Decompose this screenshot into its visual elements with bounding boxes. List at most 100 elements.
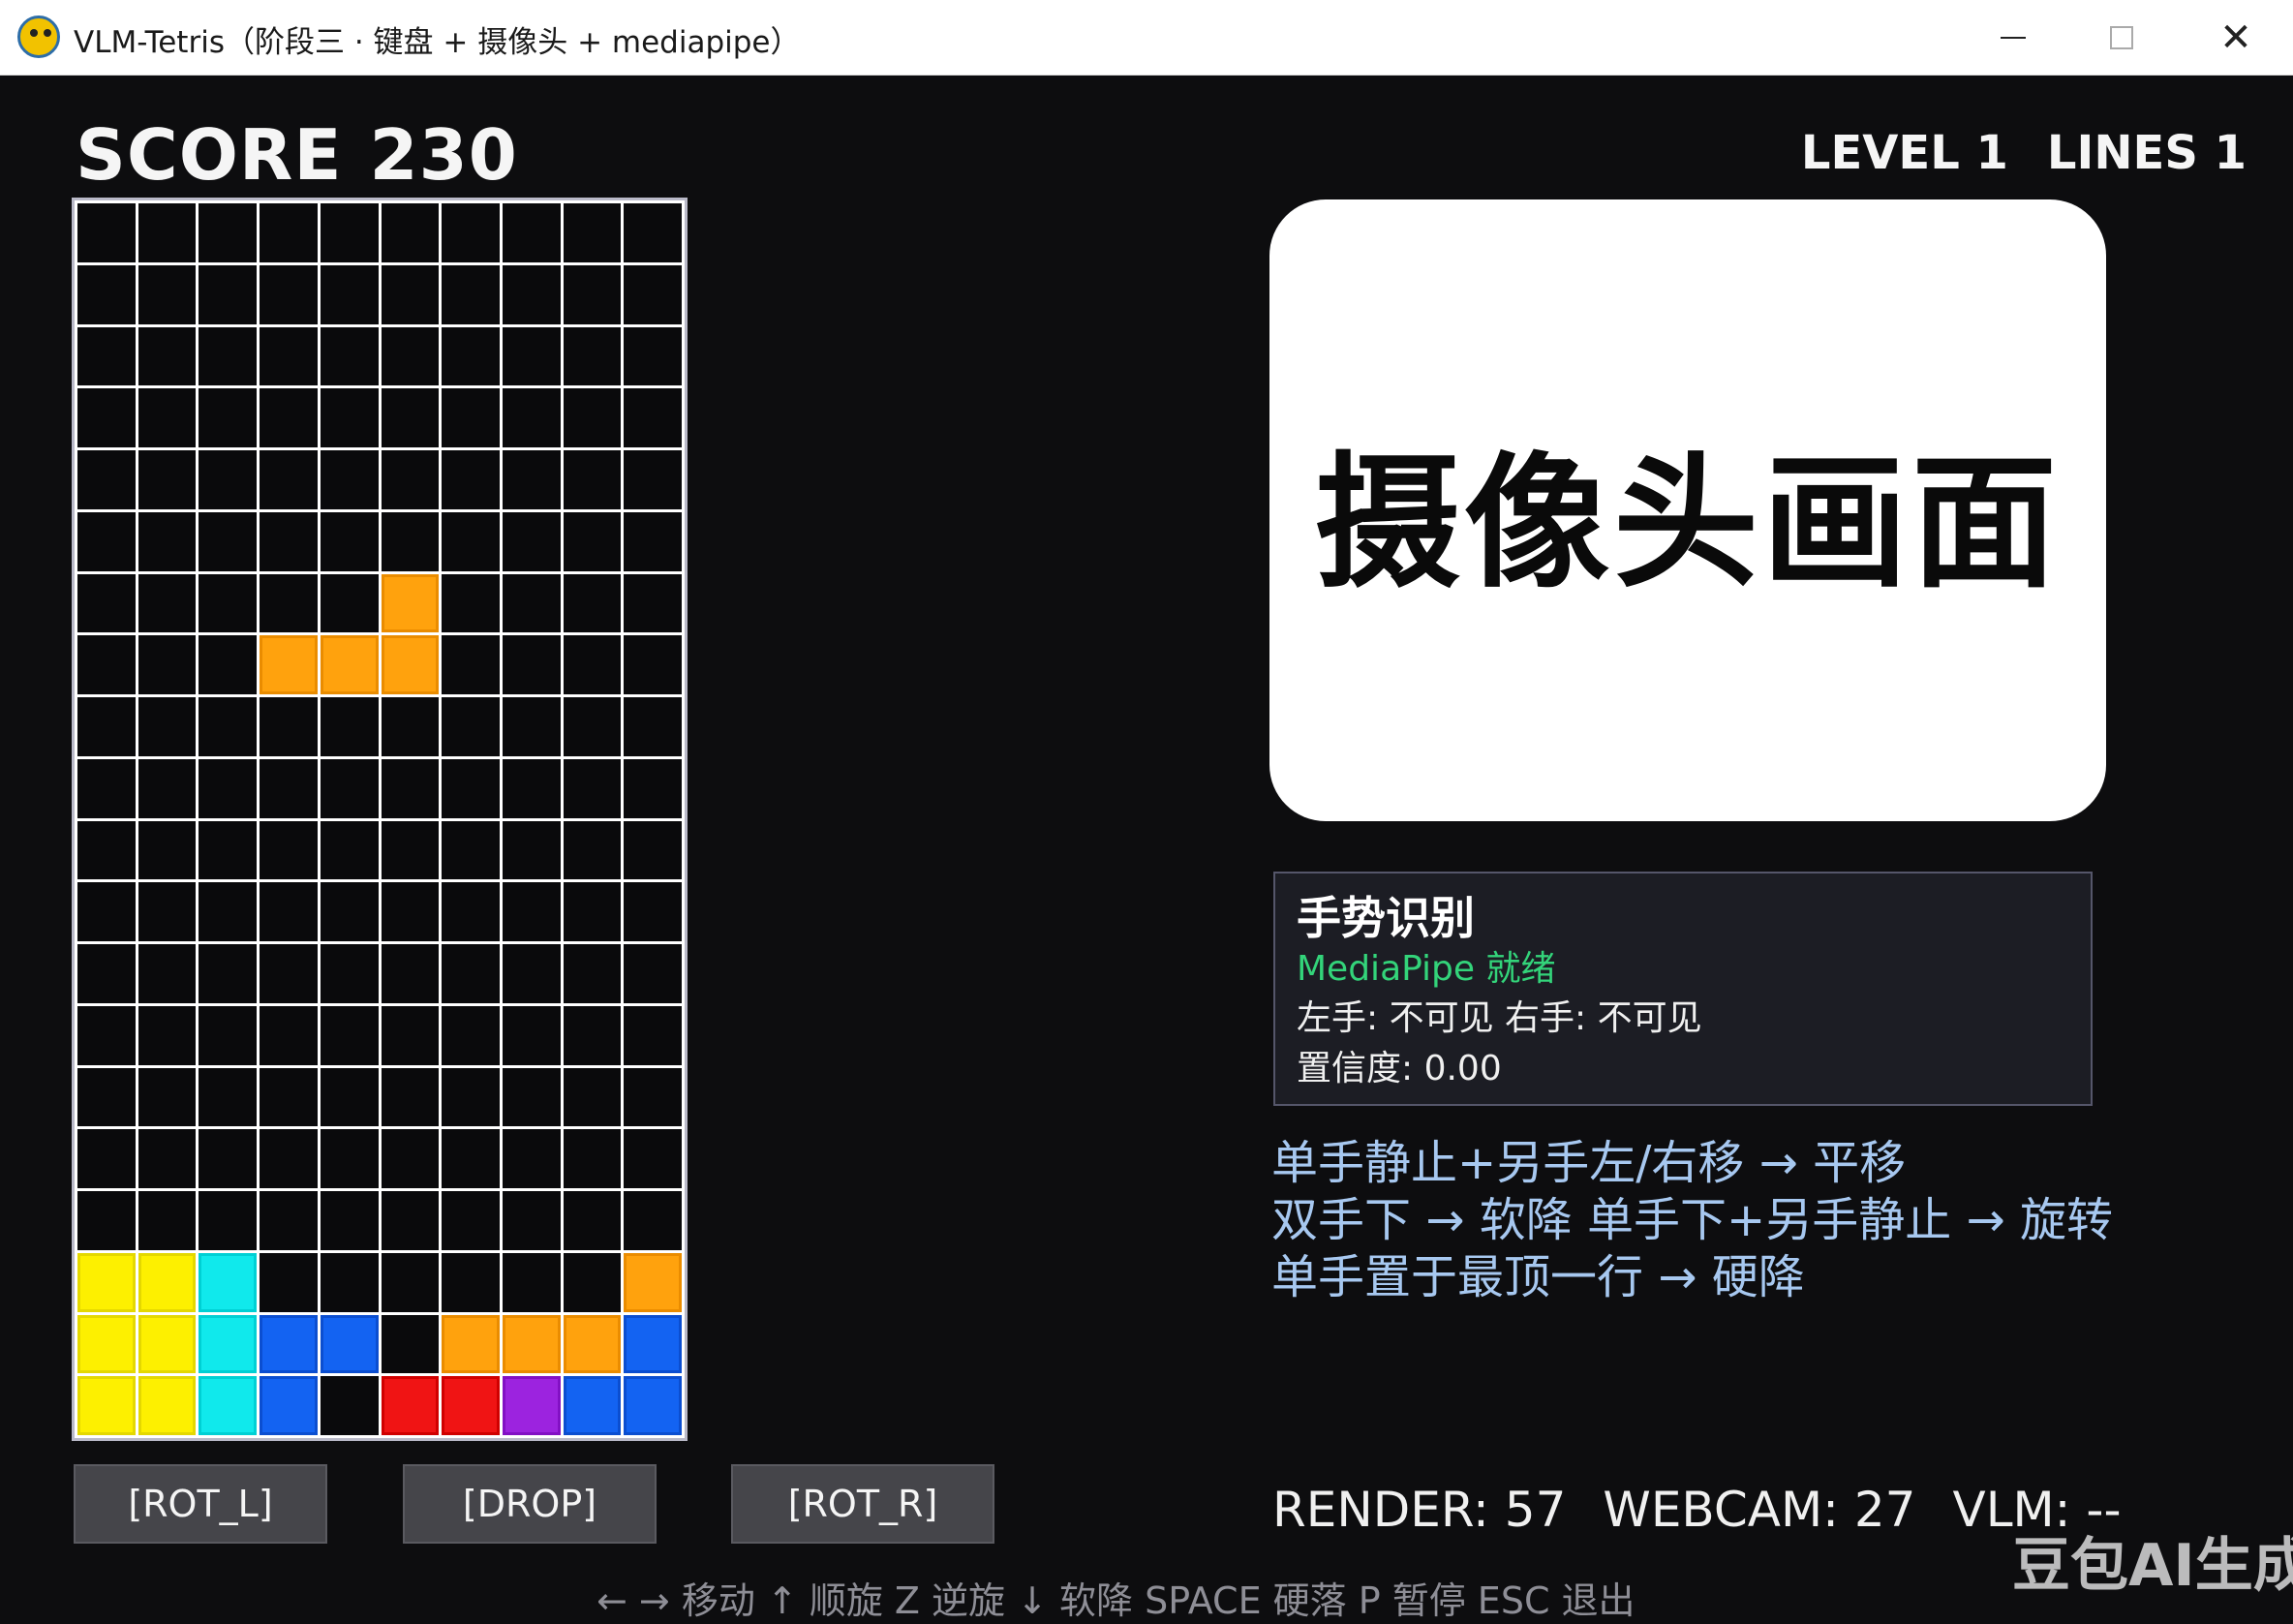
empty-cell: [199, 697, 258, 756]
empty-cell: [563, 1005, 622, 1065]
empty-cell: [77, 820, 136, 880]
empty-cell: [77, 1005, 136, 1065]
filled-cell: [381, 1376, 440, 1435]
empty-cell: [199, 388, 258, 447]
empty-cell: [260, 697, 318, 756]
empty-cell: [77, 882, 136, 941]
empty-cell: [77, 326, 136, 386]
filled-cell: [138, 1376, 197, 1435]
filled-cell: [442, 1376, 500, 1435]
empty-cell: [502, 388, 561, 447]
empty-cell: [563, 388, 622, 447]
empty-cell: [260, 573, 318, 633]
empty-cell: [442, 1191, 500, 1250]
empty-cell: [502, 450, 561, 509]
empty-cell: [624, 758, 682, 818]
empty-cell: [502, 697, 561, 756]
filled-cell: [624, 1376, 682, 1435]
empty-cell: [624, 450, 682, 509]
empty-cell: [260, 1067, 318, 1127]
empty-cell: [381, 758, 440, 818]
window-title: VLM-Tetris（阶段三 · 键盘 + 摄像头 + mediapipe）: [74, 25, 801, 60]
empty-cell: [442, 511, 500, 571]
empty-cell: [138, 635, 197, 694]
empty-cell: [77, 511, 136, 571]
empty-cell: [624, 697, 682, 756]
empty-cell: [442, 388, 500, 447]
empty-cell: [442, 450, 500, 509]
empty-cell: [320, 1129, 379, 1188]
filled-cell: [624, 1314, 682, 1374]
empty-cell: [563, 511, 622, 571]
rotate-left-button[interactable]: [ROT_L]: [74, 1464, 327, 1544]
empty-cell: [77, 388, 136, 447]
empty-cell: [624, 264, 682, 324]
empty-cell: [502, 326, 561, 386]
empty-cell: [320, 1191, 379, 1250]
empty-cell: [260, 388, 318, 447]
empty-cell: [563, 326, 622, 386]
filled-cell: [77, 1376, 136, 1435]
minimize-button[interactable]: [1960, 0, 2066, 76]
empty-cell: [260, 1005, 318, 1065]
empty-cell: [320, 450, 379, 509]
empty-cell: [320, 882, 379, 941]
empty-cell: [77, 1129, 136, 1188]
empty-cell: [563, 1129, 622, 1188]
empty-cell: [199, 944, 258, 1003]
empty-cell: [381, 1067, 440, 1127]
performance-stats: RENDER: 57 WEBCAM: 27 VLM: --: [1272, 1482, 2122, 1538]
empty-cell: [199, 1005, 258, 1065]
filled-cell: [138, 1314, 197, 1374]
filled-cell: [381, 635, 440, 694]
empty-cell: [563, 697, 622, 756]
empty-cell: [199, 820, 258, 880]
gesture-panel-title: 手势识别: [1297, 892, 1475, 944]
camera-placeholder-label: 摄像头画面: [1314, 439, 2061, 608]
empty-cell: [138, 203, 197, 262]
empty-cell: [320, 697, 379, 756]
empty-cell: [138, 1067, 197, 1127]
filled-cell: [320, 635, 379, 694]
close-icon: ✕: [2219, 15, 2252, 60]
empty-cell: [502, 573, 561, 633]
empty-cell: [138, 264, 197, 324]
empty-cell: [199, 511, 258, 571]
filled-cell: [381, 573, 440, 633]
empty-cell: [624, 1191, 682, 1250]
empty-cell: [260, 1129, 318, 1188]
tetris-board: [72, 198, 688, 1441]
empty-cell: [320, 326, 379, 386]
filled-cell: [199, 1314, 258, 1374]
rotate-right-button[interactable]: [ROT_R]: [731, 1464, 994, 1544]
empty-cell: [381, 511, 440, 571]
empty-cell: [381, 203, 440, 262]
empty-cell: [442, 573, 500, 633]
empty-cell: [260, 882, 318, 941]
empty-cell: [320, 1005, 379, 1065]
empty-cell: [624, 326, 682, 386]
camera-preview: 摄像头画面: [1269, 199, 2106, 821]
maximize-button[interactable]: [2068, 0, 2175, 76]
filled-cell: [320, 1314, 379, 1374]
empty-cell: [138, 1005, 197, 1065]
close-button[interactable]: ✕: [2183, 0, 2289, 76]
empty-cell: [442, 697, 500, 756]
empty-cell: [260, 511, 318, 571]
empty-cell: [138, 450, 197, 509]
empty-cell: [502, 203, 561, 262]
empty-cell: [77, 450, 136, 509]
title-bar: VLM-Tetris（阶段三 · 键盘 + 摄像头 + mediapipe） ✕: [0, 0, 2293, 76]
empty-cell: [563, 1252, 622, 1312]
drop-button[interactable]: [DROP]: [403, 1464, 657, 1544]
empty-cell: [381, 1191, 440, 1250]
empty-cell: [320, 573, 379, 633]
empty-cell: [138, 697, 197, 756]
empty-cell: [199, 264, 258, 324]
empty-cell: [563, 635, 622, 694]
filled-cell: [624, 1252, 682, 1312]
empty-cell: [320, 758, 379, 818]
empty-cell: [77, 1191, 136, 1250]
empty-cell: [381, 326, 440, 386]
hint-line: 单手置于最顶一行 → 硬降: [1271, 1250, 1805, 1304]
